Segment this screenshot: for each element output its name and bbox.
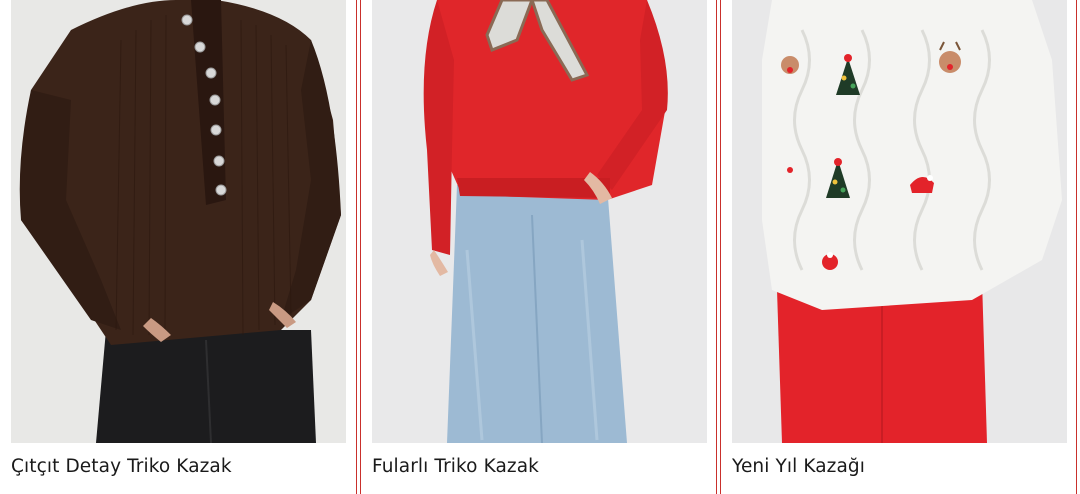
product-card[interactable]: Çıtçıt Detay Triko Kazak: [11, 0, 346, 494]
product-card[interactable]: Fularlı Triko Kazak: [372, 0, 707, 494]
brown-sweater-icon: [11, 0, 346, 443]
product-image[interactable]: [732, 0, 1067, 443]
product-grid: Çıtçıt Detay Triko Kazak Fularlı Triko K…: [0, 0, 1080, 494]
white-christmas-sweater-icon: [732, 0, 1067, 443]
column-divider: [356, 0, 357, 494]
column-divider: [360, 0, 361, 494]
column-divider: [720, 0, 721, 494]
product-image[interactable]: [372, 0, 707, 443]
product-card[interactable]: Yeni Yıl Kazağı: [732, 0, 1067, 494]
red-sweater-scarf-icon: [372, 0, 707, 443]
product-title[interactable]: Fularlı Triko Kazak: [372, 456, 707, 477]
column-divider: [716, 0, 717, 494]
product-title[interactable]: Çıtçıt Detay Triko Kazak: [11, 456, 346, 477]
column-divider: [1076, 0, 1077, 494]
product-image[interactable]: [11, 0, 346, 443]
product-title[interactable]: Yeni Yıl Kazağı: [732, 456, 1067, 477]
